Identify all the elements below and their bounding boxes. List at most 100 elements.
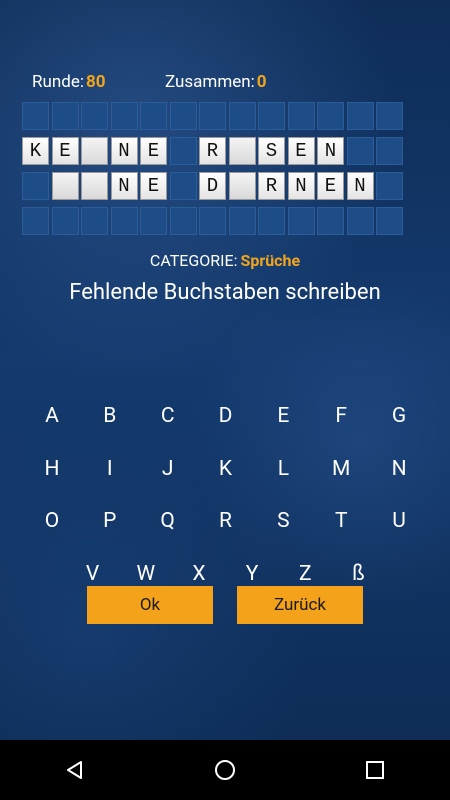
board-cell-letter: S — [258, 137, 285, 165]
board-cell-empty — [376, 102, 403, 130]
back-button[interactable]: Zurück — [237, 586, 363, 624]
nav-home-button[interactable] — [205, 750, 245, 790]
round-stat: Runde: 80 — [32, 72, 105, 92]
keyboard-row: VWXYZß — [23, 548, 428, 601]
board-cell-empty — [169, 172, 197, 200]
board-cell-letter: K — [22, 137, 49, 165]
board-cell-empty — [317, 207, 344, 235]
letter-key[interactable]: ß — [332, 562, 385, 586]
letter-key[interactable]: R — [197, 509, 255, 533]
board-cell-letter: E — [287, 137, 315, 165]
board-cell-empty — [110, 102, 138, 130]
letter-key[interactable]: O — [23, 509, 81, 533]
board-cell-empty — [287, 207, 315, 235]
letter-key[interactable]: E — [254, 404, 312, 428]
board-cell-empty — [81, 102, 108, 130]
board-cell-empty — [22, 102, 49, 130]
board-cell-empty — [346, 102, 374, 130]
board-cell-empty — [51, 102, 79, 130]
board-cell-empty — [110, 207, 138, 235]
board-cell-empty — [169, 102, 197, 130]
letter-key[interactable]: G — [370, 404, 428, 428]
board-cell-missing — [81, 172, 108, 200]
letter-key[interactable]: Q — [139, 509, 197, 533]
category-value: Sprüche — [240, 251, 301, 270]
board-cell-empty — [22, 172, 49, 200]
letter-key[interactable]: M — [312, 457, 370, 481]
letter-key[interactable]: D — [197, 404, 255, 428]
letter-key[interactable]: L — [254, 457, 312, 481]
recents-icon — [366, 761, 384, 779]
letter-key[interactable]: F — [312, 404, 370, 428]
back-icon — [67, 761, 82, 779]
letter-key[interactable]: X — [172, 562, 225, 586]
board-row: KENERSEN — [22, 137, 427, 165]
letter-key[interactable]: J — [139, 457, 197, 481]
total-label: Zusammen: — [165, 72, 255, 92]
board-cell-empty — [228, 207, 256, 235]
board-cell-letter: N — [287, 172, 315, 200]
system-navbar — [0, 740, 450, 800]
board-cell-empty — [169, 207, 197, 235]
letter-key[interactable]: Z — [279, 562, 332, 586]
board-cell-empty — [228, 102, 256, 130]
board-cell-empty — [199, 207, 226, 235]
keyboard-row: HIJKLMN — [23, 443, 428, 496]
board-cell-letter: R — [258, 172, 285, 200]
puzzle-board: KENERSENNEDRNEN — [22, 102, 427, 242]
board-row — [22, 207, 427, 235]
nav-back-button[interactable] — [55, 750, 95, 790]
game-screen: Runde: 80 Zusammen: 0 KENERSENNEDRNEN CATE… — [0, 0, 450, 740]
board-cell-letter: E — [317, 172, 344, 200]
board-cell-empty — [317, 102, 344, 130]
board-cell-letter: N — [346, 172, 374, 200]
board-cell-letter: D — [199, 172, 226, 200]
letter-key[interactable]: W — [119, 562, 172, 586]
board-cell-empty — [258, 102, 285, 130]
board-row: NEDRNEN — [22, 172, 427, 200]
board-cell-empty — [346, 137, 374, 165]
keyboard-row: OPQRSTU — [23, 495, 428, 548]
board-cell-empty — [51, 207, 79, 235]
letter-key[interactable]: S — [254, 509, 312, 533]
board-cell-missing — [228, 137, 256, 165]
letter-key[interactable]: I — [81, 457, 139, 481]
letter-key[interactable]: A — [23, 404, 81, 428]
board-cell-letter: N — [110, 137, 138, 165]
letter-key[interactable]: H — [23, 457, 81, 481]
letter-key[interactable]: Y — [226, 562, 279, 586]
board-cell-missing — [81, 137, 108, 165]
board-cell-empty — [376, 172, 403, 200]
board-cell-empty — [22, 207, 49, 235]
total-stat: Zusammen: 0 — [165, 72, 267, 92]
round-label: Runde: — [32, 72, 84, 92]
nav-recents-button[interactable] — [355, 750, 395, 790]
board-cell-empty — [140, 207, 167, 235]
board-cell-empty — [199, 102, 226, 130]
board-cell-empty — [376, 137, 403, 165]
board-cell-empty — [81, 207, 108, 235]
round-value: 80 — [85, 72, 106, 92]
letter-key[interactable]: T — [312, 509, 370, 533]
board-cell-empty — [169, 137, 197, 165]
letter-key[interactable]: V — [66, 562, 119, 586]
category: CATEGORIE: Sprüche — [0, 251, 450, 270]
letter-key[interactable]: P — [81, 509, 139, 533]
board-cell-empty — [346, 207, 374, 235]
board-cell-empty — [287, 102, 315, 130]
category-label: CATEGORIE: — [149, 251, 238, 270]
board-cell-missing — [228, 172, 256, 200]
board-cell-letter: E — [140, 137, 167, 165]
board-row — [22, 102, 427, 130]
letter-key[interactable]: C — [139, 404, 197, 428]
letter-key[interactable]: N — [370, 457, 428, 481]
letter-key[interactable]: U — [370, 509, 428, 533]
letter-key[interactable]: K — [197, 457, 255, 481]
board-cell-empty — [376, 207, 403, 235]
keyboard-row: ABCDEFG — [23, 390, 428, 443]
board-cell-missing — [51, 172, 79, 200]
ok-button[interactable]: Ok — [87, 586, 213, 624]
board-cell-letter: N — [110, 172, 138, 200]
letter-key[interactable]: B — [81, 404, 139, 428]
board-cell-letter: N — [317, 137, 344, 165]
